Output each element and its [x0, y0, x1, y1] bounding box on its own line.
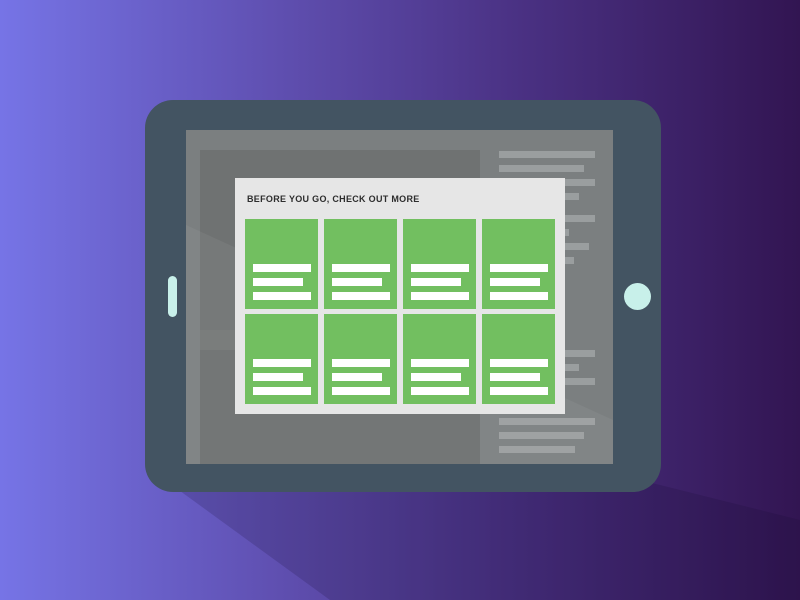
card-text-placeholder — [253, 387, 311, 395]
card-text-placeholder — [332, 387, 390, 395]
card-text-placeholder — [411, 278, 461, 286]
recommendation-card[interactable] — [324, 219, 397, 309]
card-text-placeholder — [332, 359, 390, 367]
modal-title: BEFORE YOU GO, CHECK OUT MORE — [247, 194, 420, 204]
recommendation-card[interactable] — [324, 314, 397, 404]
card-text-placeholder — [490, 387, 548, 395]
card-text-placeholder — [253, 264, 311, 272]
card-text-placeholder — [411, 292, 469, 300]
card-text-placeholder — [490, 278, 540, 286]
card-text-placeholder — [253, 292, 311, 300]
tablet-home-button[interactable] — [624, 283, 651, 310]
card-text-placeholder — [490, 373, 540, 381]
card-text-placeholder — [332, 278, 382, 286]
card-text-placeholder — [253, 278, 303, 286]
recommendation-card[interactable] — [403, 219, 476, 309]
background-sidebar-line — [499, 151, 595, 158]
card-text-placeholder — [411, 387, 469, 395]
card-text-placeholder — [253, 359, 311, 367]
card-text-placeholder — [490, 292, 548, 300]
card-text-placeholder — [411, 373, 461, 381]
card-text-placeholder — [253, 373, 303, 381]
card-text-placeholder — [490, 359, 548, 367]
exit-intent-modal: BEFORE YOU GO, CHECK OUT MORE — [235, 178, 565, 414]
card-text-placeholder — [332, 373, 382, 381]
background-sidebar-line — [499, 165, 584, 172]
card-text-placeholder — [411, 359, 469, 367]
recommendation-grid — [245, 219, 555, 404]
card-text-placeholder — [411, 264, 469, 272]
recommendation-card[interactable] — [245, 314, 318, 404]
recommendation-card[interactable] — [245, 219, 318, 309]
recommendation-card[interactable] — [482, 314, 555, 404]
recommendation-card[interactable] — [482, 219, 555, 309]
recommendation-card[interactable] — [403, 314, 476, 404]
tablet-side-button[interactable] — [168, 276, 177, 317]
card-text-placeholder — [332, 264, 390, 272]
card-text-placeholder — [332, 292, 390, 300]
card-text-placeholder — [490, 264, 548, 272]
